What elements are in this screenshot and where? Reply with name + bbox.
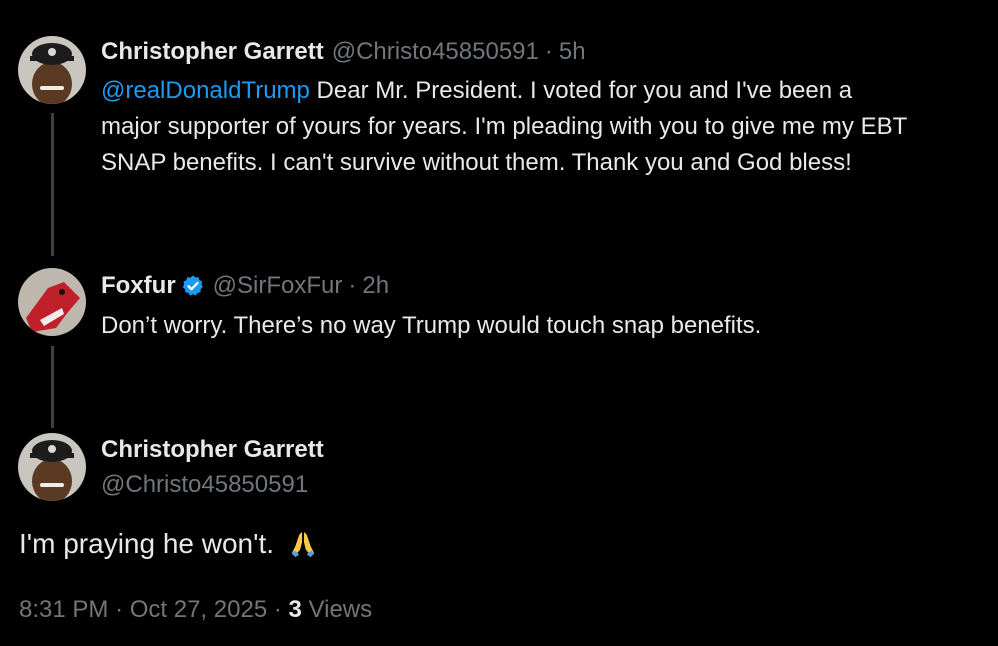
reply1-display-name[interactable]: Christopher Garrett (101, 38, 324, 66)
thread-line-2 (51, 346, 54, 428)
tweet-time[interactable]: 8:31 PM (19, 596, 108, 623)
meta-separator-1: · (115, 596, 124, 623)
main-handle[interactable]: @Christo45850591 (101, 471, 308, 499)
meta-separator-2: · (273, 596, 282, 623)
views-count: 3 (288, 596, 302, 623)
reply1-text: @realDonaldTrump Dear Mr. President. I v… (101, 73, 907, 181)
avatar-foxfur[interactable] (18, 268, 86, 336)
reply1-header: Christopher Garrett @Christo45850591 · 5… (101, 38, 586, 66)
reply2-time[interactable]: 2h (362, 272, 389, 300)
reply1-text-line1: @realDonaldTrump Dear Mr. President. I v… (101, 73, 907, 109)
views-label: Views (301, 596, 373, 623)
reply1-separator: · (544, 38, 553, 65)
reply2-separator: · (348, 272, 357, 299)
reply2-handle[interactable]: @SirFoxFur (213, 272, 343, 300)
reply1-line1: Dear Mr. President. I voted for you and … (309, 77, 853, 104)
reply1-time[interactable]: 5h (559, 38, 586, 66)
avatar-christopher-garrett-main[interactable] (18, 433, 86, 501)
reply2-text: Don’t worry. There’s no way Trump would … (101, 312, 762, 339)
christopher-avatar-image (18, 36, 86, 104)
avatar-christopher-garrett[interactable] (18, 36, 86, 104)
reply2-display-name[interactable]: Foxfur (101, 272, 176, 300)
tweet-meta: 8:31 PM · Oct 27, 2025 · 3 Views (19, 596, 372, 624)
folded-hands-icon (291, 531, 315, 558)
reply1-line2: major supporter of yours for years. I'm … (101, 113, 908, 140)
foxfur-avatar-image (18, 268, 86, 336)
main-tweet-text: I'm praying he won't. (19, 528, 318, 560)
main-text-content: I'm praying he won't. (19, 528, 275, 559)
main-display-name[interactable]: Christopher Garrett (101, 436, 324, 464)
reply1-handle[interactable]: @Christo45850591 (332, 38, 539, 66)
verified-badge-icon (182, 275, 203, 296)
tweet-date[interactable]: Oct 27, 2025 (130, 596, 267, 623)
thread-line-1 (51, 113, 54, 256)
christopher-avatar-image-main (18, 433, 86, 501)
reply2-header: Foxfur @SirFoxFur · 2h (101, 272, 389, 300)
reply1-mention-link[interactable]: @realDonaldTrump (101, 77, 310, 104)
reply1-line3: SNAP benefits. I can't survive without t… (101, 149, 852, 176)
